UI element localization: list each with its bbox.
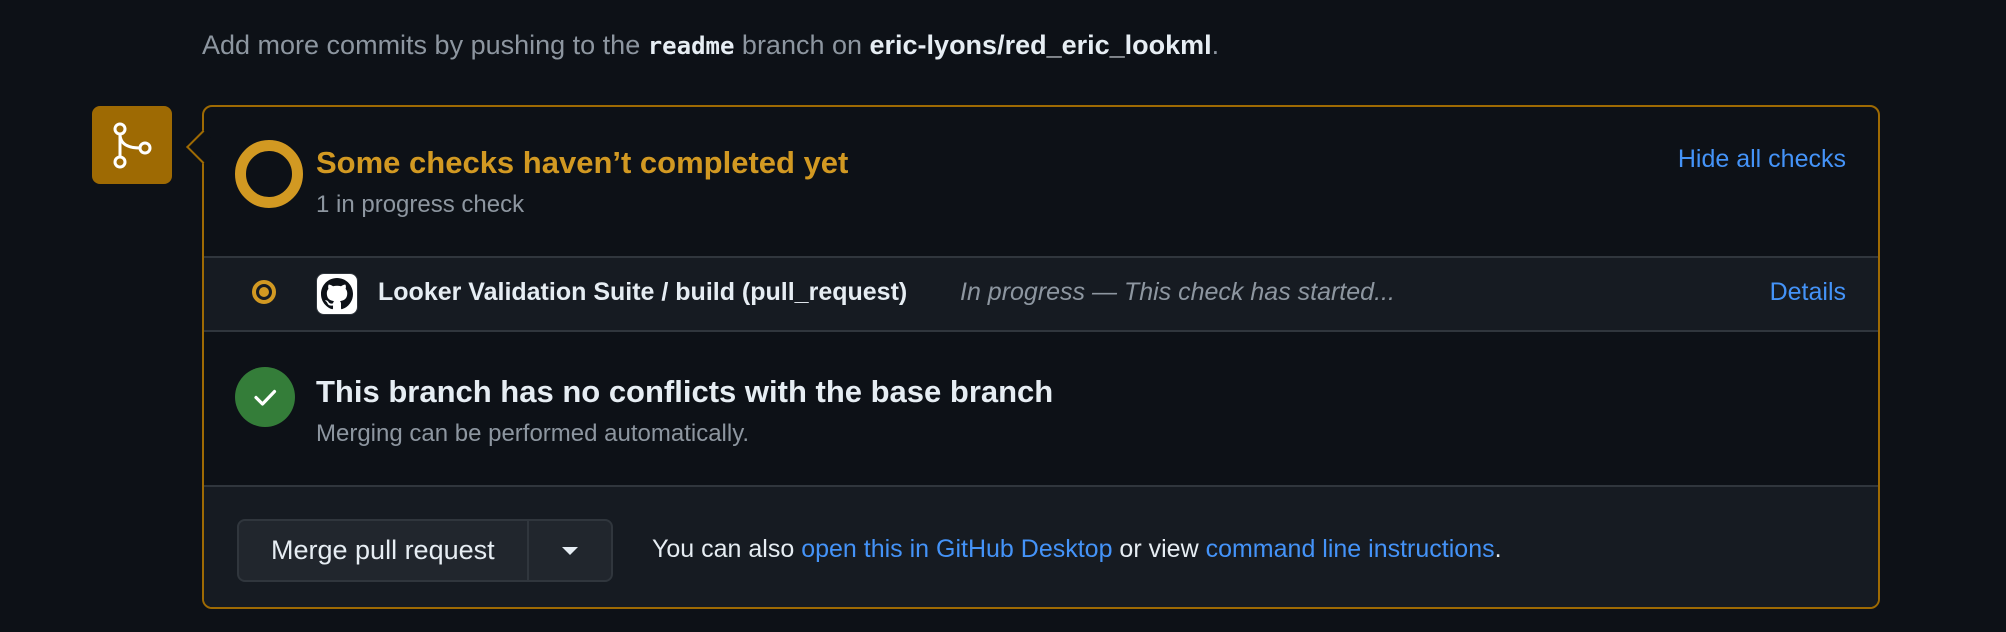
git-merge-icon: [113, 122, 152, 169]
command-line-instructions-link[interactable]: command line instructions: [1206, 535, 1495, 563]
merge-box: Some checks haven’t completed yet 1 in p…: [186, 105, 1880, 609]
also-text: You can also: [652, 535, 802, 563]
checks-summary: Some checks haven’t completed yet 1 in p…: [204, 107, 1878, 257]
hide-all-checks-link[interactable]: Hide all checks: [1678, 145, 1846, 174]
conflict-status: This branch has no conflicts with the ba…: [204, 332, 1878, 487]
conflict-subtitle: Merging can be performed automatically.: [316, 420, 750, 447]
github-logo-icon: [316, 273, 358, 315]
check-row: Looker Validation Suite / build (pull_re…: [204, 256, 1878, 332]
merge-pull-request-button[interactable]: Merge pull request: [239, 521, 527, 580]
intro-suffix: .: [1211, 30, 1220, 60]
in-progress-dot-icon: [252, 280, 276, 304]
or-view-text: or view: [1112, 535, 1206, 563]
open-in-desktop-link[interactable]: open this in GitHub Desktop: [801, 535, 1112, 563]
repo-name: eric-lyons/red_eric_lookml: [869, 30, 1212, 60]
check-name: Looker Validation Suite / build (pull_re…: [378, 278, 908, 306]
intro-prefix: Add more commits by pushing to the: [202, 30, 648, 60]
merge-method-dropdown[interactable]: [526, 521, 611, 580]
checks-subtitle: 1 in progress check: [316, 191, 525, 218]
merge-button-group: Merge pull request: [237, 519, 613, 582]
pending-ring-icon: [235, 140, 303, 208]
check-status: In progress — This check has started...: [960, 278, 1395, 306]
conflict-title: This branch has no conflicts with the ba…: [316, 374, 1054, 409]
pr-merge-page: Add more commits by pushing to the readm…: [0, 0, 2006, 632]
merge-status-badge: [92, 106, 172, 184]
push-commits-hint: Add more commits by pushing to the readm…: [202, 30, 1219, 61]
merge-alternatives-text: You can also open this in GitHub Desktop…: [652, 535, 1502, 564]
check-circle-icon: [235, 367, 295, 427]
intro-middle: branch on: [734, 30, 870, 60]
check-details-link[interactable]: Details: [1770, 278, 1846, 307]
end-text: .: [1494, 535, 1502, 563]
checks-title: Some checks haven’t completed yet: [316, 145, 849, 180]
merge-actions: Merge pull request You can also open thi…: [204, 487, 1878, 607]
branch-name: readme: [647, 32, 735, 60]
triangle-down-icon: [561, 546, 578, 555]
